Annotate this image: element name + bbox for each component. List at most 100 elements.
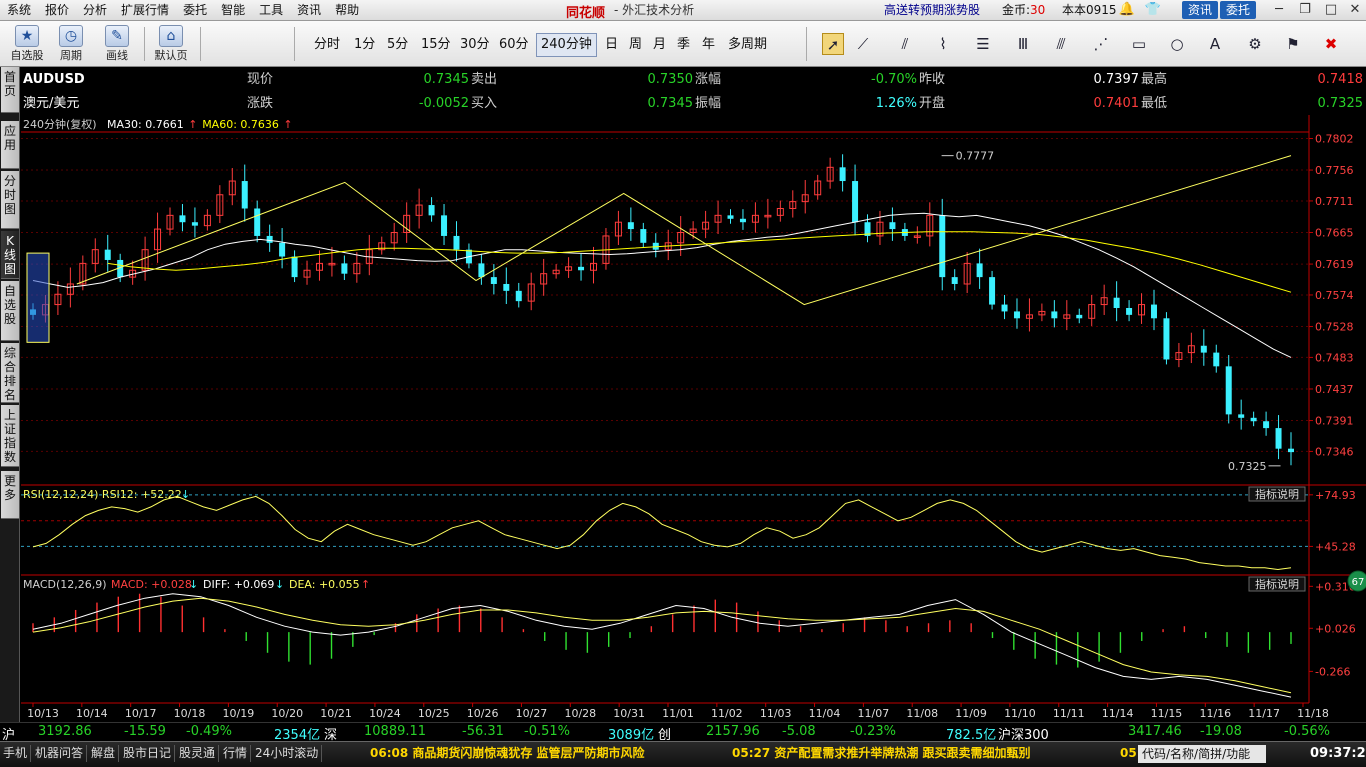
period-60min[interactable]: 60分 [495,33,533,57]
watchlist-button[interactable]: ★ 自选股 [6,24,48,64]
period-240min[interactable]: 240分钟 [536,33,597,57]
candle-body-down[interactable] [640,229,647,243]
period-quarter[interactable]: 季 [673,33,694,57]
trade-button[interactable]: 委托 [1220,1,1257,19]
menu-item-analysis[interactable]: 分析 [76,0,114,21]
period-1min[interactable]: 1分 [350,33,379,57]
period-15min[interactable]: 15分 [417,33,455,57]
candle-body-down[interactable] [989,277,996,305]
tab-apps[interactable]: 应用 [1,121,19,169]
bell-icon[interactable]: 🔔 [1116,1,1138,19]
sh-value[interactable]: 3192.86 [38,724,92,739]
menu-item-quote[interactable]: 报价 [38,0,76,21]
status-qa[interactable]: 机器问答 [32,745,88,762]
bookmark-icon[interactable]: ⚑ [1282,33,1304,55]
candle-body-down[interactable] [852,181,859,223]
candle-body-down[interactable] [341,263,348,274]
fan-icon[interactable]: ⋰ [1090,33,1112,55]
draw-line-button[interactable]: ✎ 画线 [96,24,138,64]
candle-body-down[interactable] [291,256,298,278]
candle-body-down[interactable] [1200,345,1207,353]
info-button[interactable]: 资讯 [1182,1,1219,19]
minimize-icon[interactable]: ─ [1268,1,1290,19]
tab-ranking[interactable]: 综合排名 [1,343,19,403]
period-year[interactable]: 年 [698,33,719,57]
promo-link[interactable]: 高送转预期涨势股 [884,0,980,21]
channel-icon[interactable]: ⫻ [1050,33,1072,55]
text-tool-icon[interactable]: A [1204,33,1226,55]
menu-item-ext-quote[interactable]: 扩展行情 [114,0,176,21]
selection-box[interactable] [26,252,50,343]
period-timeshare[interactable]: 分时 [310,33,344,57]
candle-body-down[interactable] [428,205,435,216]
default-page-button[interactable]: ⌂ 默认页 [150,24,192,64]
candle-body-down[interactable] [1288,448,1294,453]
candle-body-down[interactable] [1213,352,1220,367]
candle-body-down[interactable] [191,222,198,226]
wave-tool-icon[interactable]: ⌇ [932,33,954,55]
tab-watchlist[interactable]: 自选股 [1,281,19,341]
candle-body-down[interactable] [441,215,448,236]
maximize-icon[interactable]: □ [1320,1,1342,19]
candle-body-down[interactable] [1150,304,1157,319]
tab-timeshare[interactable]: 分时图 [1,171,19,229]
candle-body-down[interactable] [1263,421,1270,429]
shirt-icon[interactable]: 👕 [1142,1,1164,19]
news-ticker-2[interactable]: 05:27 资产配置需求推升举牌热潮 跟买跟卖需细加甄别 [732,745,1031,762]
ellipse-icon[interactable]: ○ [1166,33,1188,55]
candle-body-down[interactable] [578,266,585,271]
candle-body-down[interactable] [1250,417,1257,422]
candle-body-down[interactable] [266,235,273,243]
candle-body-down[interactable] [889,222,896,230]
candle-body-down[interactable] [951,277,958,284]
menu-item-help[interactable]: 帮助 [328,0,366,21]
kline-chart[interactable]: 240分钟(复权) MA30: 0.7661 ↑ MA60: 0.7636 ↑ 0.780… [21,115,1366,722]
tab-home[interactable]: 首页 [1,67,19,113]
candle-body-down[interactable] [279,242,286,257]
sz-value[interactable]: 10889.11 [364,724,426,739]
candle-body-down[interactable] [515,290,522,302]
period-5min[interactable]: 5分 [383,33,412,57]
hs300-value[interactable]: 3417.46 [1128,724,1182,739]
menu-item-system[interactable]: 系统 [0,0,38,21]
candle-body-down[interactable] [1225,366,1232,415]
menu-item-smart[interactable]: 智能 [214,0,252,21]
fibonacci-icon[interactable]: ☰ [972,33,994,55]
candle-body-down[interactable] [478,263,485,278]
restore-icon[interactable]: ❐ [1294,1,1316,19]
candle-body-down[interactable] [1163,318,1170,360]
candle-body-down[interactable] [939,215,946,278]
candle-body-down[interactable] [976,263,983,278]
cycle-lines-icon[interactable]: Ⅲ [1012,33,1034,55]
candle-body-down[interactable] [503,283,510,291]
candle-body-down[interactable] [1113,297,1120,308]
period-multi[interactable]: 多周期 [724,33,771,57]
period-month[interactable]: 月 [649,33,670,57]
candle-body-down[interactable] [254,208,261,236]
status-diary[interactable]: 股市日记 [120,745,176,762]
menu-item-trade[interactable]: 委托 [176,0,214,21]
candle-body-down[interactable] [104,249,111,260]
news-ticker-3[interactable]: 05 [1120,745,1137,762]
candle-body-down[interactable] [490,277,497,284]
candle-body-down[interactable] [1238,414,1245,418]
news-ticker-1[interactable]: 06:08 商品期货闪崩惊魂犹存 监管层严防期市风险 [370,745,645,762]
parallel-line-icon[interactable]: ⫽ [894,33,916,55]
candle-body-down[interactable] [1001,304,1008,312]
candle-body-down[interactable] [1013,311,1020,319]
code-search-box[interactable]: 代码/名称/简拼/功能 [1138,745,1266,763]
cursor-icon[interactable]: ➚ [822,33,844,55]
candle-body-down[interactable] [1275,428,1282,449]
status-mobile[interactable]: 手机 [0,745,32,762]
status-analysis[interactable]: 解盘 [88,745,120,762]
status-stock-tips[interactable]: 股灵通 [176,745,220,762]
candle-body-down[interactable] [1076,314,1083,319]
line-tool-icon[interactable]: ⟋ [852,33,874,55]
delete-icon[interactable]: ✖ [1320,33,1342,55]
tab-more[interactable]: 更多 [1,471,19,519]
menu-item-info[interactable]: 资讯 [290,0,328,21]
menu-item-tools[interactable]: 工具 [252,0,290,21]
status-24h-scroll[interactable]: 24小时滚动 [252,745,323,762]
candle-body-down[interactable] [627,222,634,230]
period-week[interactable]: 周 [625,33,646,57]
